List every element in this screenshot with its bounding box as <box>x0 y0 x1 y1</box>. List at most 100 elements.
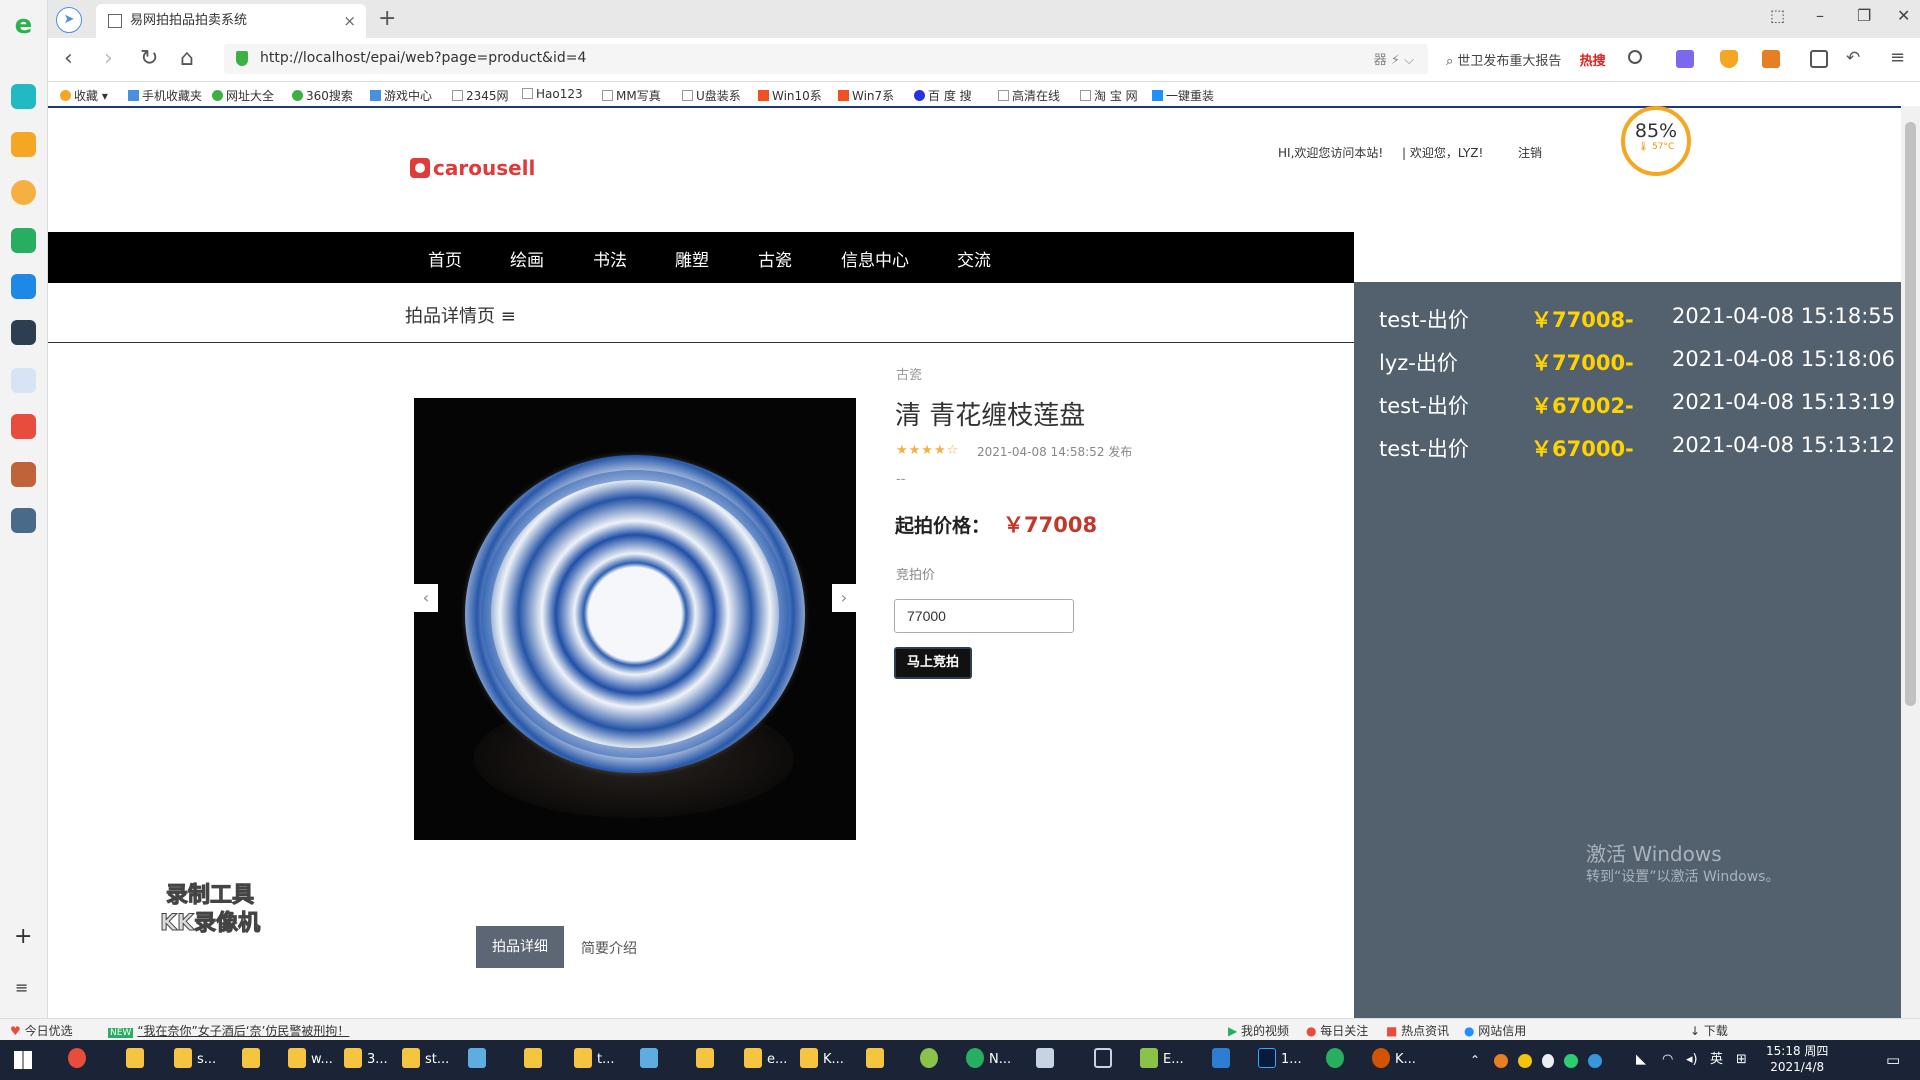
taskbar-item[interactable]: t... <box>574 1048 615 1072</box>
nav-painting[interactable]: 绘画 <box>510 246 544 271</box>
taskbar-item[interactable] <box>242 1048 265 1072</box>
logout-link[interactable]: 注销 <box>1518 144 1542 161</box>
notification-icon[interactable]: ▭ <box>1886 1048 1900 1072</box>
bookmark-item[interactable]: Hao123 <box>522 87 583 101</box>
bookmark-item[interactable]: 百 度 搜 <box>914 87 972 104</box>
pin-icon[interactable]: ⬚ <box>1770 6 1785 25</box>
network-icon[interactable]: ◣ <box>1636 1048 1646 1072</box>
menu-icon[interactable]: ≡ <box>1890 49 1908 68</box>
back-button[interactable]: ‹ <box>64 46 73 71</box>
site-logo[interactable]: carousell <box>410 156 535 180</box>
reload-button[interactable]: ↻ <box>140 46 158 71</box>
windows-start-icon[interactable] <box>14 1051 32 1069</box>
my-videos[interactable]: ▶ 我的视频 <box>1228 1022 1289 1039</box>
taskbar-item[interactable]: w... <box>288 1048 333 1072</box>
site-credit[interactable]: ● 网站信用 <box>1464 1022 1526 1039</box>
bookmark-item[interactable]: 游戏中心 <box>370 87 432 104</box>
menu-list-icon[interactable]: ≡ <box>15 978 28 997</box>
page-scrollbar[interactable] <box>1901 106 1920 1018</box>
browser-logo-icon[interactable]: e <box>11 12 36 39</box>
weibo-icon[interactable] <box>11 180 36 205</box>
page-title[interactable]: 拍品详情页 ≡ <box>405 302 516 328</box>
place-bid-button[interactable]: 马上竞拍 <box>894 647 972 679</box>
close-window-button[interactable]: ✕ <box>1897 6 1910 25</box>
wifi-icon[interactable]: ◠ <box>1662 1048 1673 1072</box>
tray-app-icon[interactable] <box>1588 1048 1607 1072</box>
tab-brief-intro[interactable]: 简要介绍 <box>581 938 637 958</box>
taskbar-item[interactable]: K... <box>1372 1048 1416 1072</box>
volume-icon[interactable]: ◂) <box>1686 1048 1698 1072</box>
bookmark-item[interactable]: 高清在线 <box>998 87 1060 104</box>
today-pick[interactable]: ♥ 今日优选 <box>10 1022 73 1039</box>
translate-icon[interactable] <box>1676 50 1694 68</box>
url-field[interactable]: http://localhost/epai/web?page=product&i… <box>224 44 1428 74</box>
nav-calligraphy[interactable]: 书法 <box>593 246 627 271</box>
navigate-icon[interactable]: ➤ <box>56 7 82 33</box>
tray-app-icon[interactable] <box>1542 1048 1559 1072</box>
taskbar-item[interactable] <box>524 1048 547 1072</box>
taskbar-item[interactable]: E... <box>1140 1048 1184 1072</box>
taskbar-item[interactable] <box>1036 1048 1059 1072</box>
health-icon[interactable] <box>11 84 36 109</box>
taskbar-item[interactable] <box>696 1048 719 1072</box>
url-text[interactable]: http://localhost/epai/web?page=product&i… <box>260 50 586 66</box>
nav-home[interactable]: 首页 <box>428 246 462 271</box>
bookmark-item[interactable]: 一键重装 <box>1152 87 1214 104</box>
taskbar-item[interactable] <box>1326 1048 1349 1072</box>
downloads[interactable]: ↓ 下载 <box>1690 1022 1728 1039</box>
carousel-prev-button[interactable]: ‹ <box>414 584 438 612</box>
news-icon[interactable] <box>11 320 36 345</box>
news-ticker[interactable]: NEW “我在奈你”女子酒后‘奈’仿民警被刑拘！ <box>108 1022 349 1039</box>
taskbar-item[interactable]: K... <box>800 1048 844 1072</box>
game2-icon[interactable] <box>11 508 36 533</box>
taskbar-item[interactable] <box>468 1048 491 1072</box>
new-tab-button[interactable]: + <box>378 6 396 31</box>
taskbar-item[interactable] <box>1212 1048 1235 1072</box>
daily-focus[interactable]: ● 每日关注 <box>1306 1022 1368 1039</box>
hot-news[interactable]: ■ 热点资讯 <box>1386 1022 1449 1039</box>
nav-community[interactable]: 交流 <box>957 246 991 271</box>
tray-app-icon[interactable] <box>1494 1048 1513 1072</box>
undo-icon[interactable]: ↶ <box>1846 50 1864 68</box>
add-icon[interactable]: + <box>14 924 32 949</box>
taskbar-item[interactable]: e... <box>744 1048 787 1072</box>
taskbar-item[interactable]: N... <box>966 1048 1011 1072</box>
bookmark-item[interactable]: Win7系 <box>838 87 894 104</box>
nav-porcelain[interactable]: 古瓷 <box>758 246 792 271</box>
bookmark-item[interactable]: 淘 宝 网 <box>1080 87 1138 104</box>
shop-icon[interactable] <box>11 414 36 439</box>
document-icon[interactable] <box>11 368 36 393</box>
taskbar-item[interactable]: 3... <box>344 1048 388 1072</box>
search-suggestion[interactable]: ⌕ 世卫发布重大报告 热搜 <box>1446 50 1606 69</box>
performance-gauge[interactable]: 85% 🌡 57°C <box>1621 106 1691 176</box>
scroll-thumb[interactable] <box>1905 122 1916 706</box>
taskbar-item[interactable]: st... <box>402 1048 449 1072</box>
bookmark-item[interactable]: 收藏 ▾ <box>60 87 108 104</box>
hot-search-badge[interactable]: 热搜 <box>1580 54 1606 69</box>
bid-price-input[interactable] <box>894 599 1074 633</box>
tab-close-icon[interactable]: × <box>343 4 356 38</box>
mail-icon[interactable] <box>11 228 36 253</box>
taskbar-item[interactable] <box>640 1048 663 1072</box>
bookmark-item[interactable]: 360搜索 <box>292 87 353 104</box>
url-tools[interactable]: 器 ⚡ ⌵ <box>1374 49 1414 68</box>
nav-sculpture[interactable]: 雕塑 <box>675 246 709 271</box>
taskbar-clock[interactable]: 15:18 周四 2021/4/8 <box>1766 1043 1828 1075</box>
nav-info-center[interactable]: 信息中心 <box>841 246 909 271</box>
favorites-icon[interactable] <box>11 132 36 157</box>
scissors-icon[interactable] <box>1628 50 1642 64</box>
taskbar-item[interactable] <box>920 1048 943 1072</box>
gamepad-icon[interactable] <box>1762 50 1780 68</box>
keyboard-icon[interactable]: ⊞ <box>1736 1048 1747 1072</box>
maximize-button[interactable]: ❐ <box>1857 6 1871 25</box>
product-carousel[interactable]: ‹ › <box>414 398 856 840</box>
bookmark-item[interactable]: 手机收藏夹 <box>128 87 202 104</box>
bookmark-item[interactable]: 网址大全 <box>212 87 274 104</box>
chrome-taskbar-icon[interactable] <box>68 1048 91 1072</box>
game-icon[interactable] <box>11 462 36 487</box>
minimize-button[interactable]: – <box>1816 6 1824 25</box>
home-button[interactable]: ⌂ <box>180 46 194 71</box>
taskbar-item[interactable] <box>1094 1048 1117 1072</box>
tab-product-details[interactable]: 拍品详细 <box>476 926 564 968</box>
bookmark-item[interactable]: U盘装系 <box>682 87 741 104</box>
